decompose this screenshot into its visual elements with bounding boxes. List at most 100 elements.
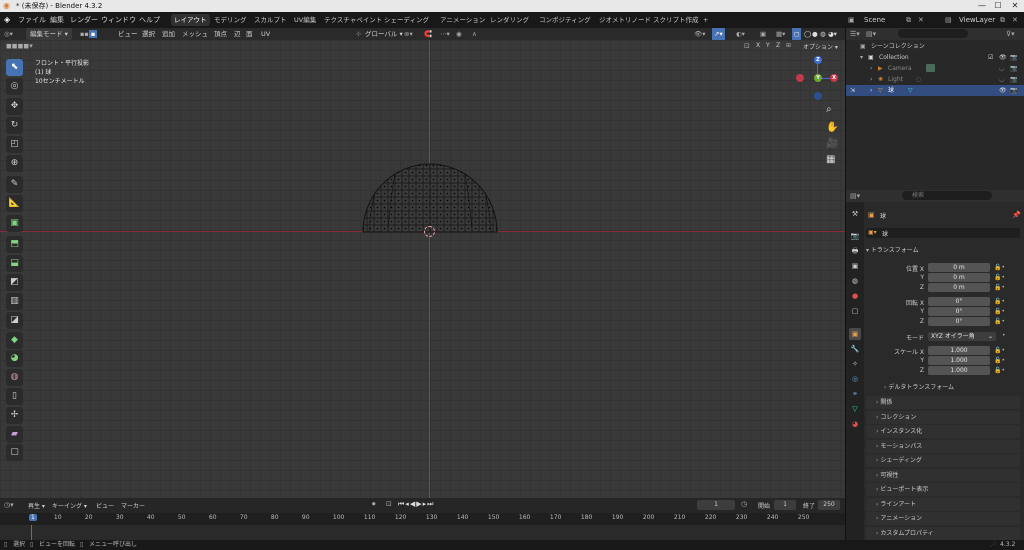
clock-icon[interactable]: ◷	[741, 500, 747, 508]
start-frame-field[interactable]: 1	[774, 500, 796, 510]
select-box-tool[interactable]: ⬉	[6, 59, 23, 76]
menu-view[interactable]: ビュー	[118, 28, 138, 40]
scale-z-field[interactable]: 1.000	[928, 366, 990, 375]
scene-name[interactable]: Scene	[864, 12, 885, 28]
scale-y-field[interactable]: 1.000	[928, 356, 990, 365]
camera-render-icon[interactable]: 📷	[1010, 52, 1017, 63]
playback-menu[interactable]: 再生 ▾	[28, 501, 45, 510]
location-z-field[interactable]: 0 m	[928, 283, 990, 292]
eye-icon[interactable]: 👁	[999, 85, 1007, 96]
shading-solid-icon[interactable]: ●	[812, 28, 818, 40]
camera-view-icon[interactable]: 🎥	[826, 138, 840, 152]
select-mode-icons[interactable]: ▪▪ ▪	[80, 28, 98, 40]
keyframe-dot-icon[interactable]: •	[1002, 332, 1006, 339]
falloff-icon[interactable]: ∧	[472, 28, 477, 40]
shading-rendered-icon[interactable]: ◕▾	[828, 28, 837, 40]
rotation-x-field[interactable]: 0°	[928, 297, 990, 306]
workspace-tab[interactable]: レンダリング	[487, 14, 532, 26]
filter-icon[interactable]: ⊽▾	[1006, 30, 1015, 38]
world-tab-icon[interactable]: ●	[849, 290, 861, 302]
rotation-mode-dropdown[interactable]: XYZ オイラー角 ⌄	[928, 332, 996, 341]
options-dropdown[interactable]: オプション ▾	[803, 42, 838, 51]
mesh-edit-overlay-icon[interactable]: ▦▾	[776, 28, 785, 40]
constraints-tab-icon[interactable]: ⚭	[849, 388, 861, 400]
menu-edit[interactable]: 編集	[50, 12, 64, 28]
eye-icon[interactable]: 👁	[999, 52, 1007, 63]
smooth-tool[interactable]: ◍	[6, 369, 23, 386]
timeline-ruler[interactable]: 1 10 20 30 40 50 60 70 80 90 100 110 120 130 140 150 160…	[0, 513, 845, 525]
menu-add[interactable]: 追加	[162, 28, 175, 40]
shear-tool[interactable]: ▰	[6, 426, 23, 443]
workspace-tab[interactable]: アニメーション	[437, 14, 488, 26]
outliner-item-sphere[interactable]: ⇲ › ▽ 球 ▽ 👁 📷	[846, 85, 1024, 96]
current-frame-field[interactable]: 1	[697, 500, 735, 510]
edge-slide-tool[interactable]: ▯	[6, 388, 23, 405]
view-layer-icon[interactable]: ▤	[945, 12, 952, 28]
add-workspace-button[interactable]: +	[700, 14, 711, 26]
properties-editor-icon[interactable]: ▤▾	[850, 192, 860, 200]
expand-icon[interactable]: ▾	[860, 52, 863, 63]
workspace-tab[interactable]: UV編集	[291, 14, 319, 26]
workspace-tab[interactable]: スクリプト作成	[650, 14, 702, 26]
mirror-topology-icon[interactable]: ⊞	[786, 42, 791, 49]
blender-menu-icon[interactable]: ◈	[4, 12, 10, 28]
section-header[interactable]: › 可視性	[866, 468, 1020, 482]
workspace-tab[interactable]: テクスチャペイント	[321, 14, 385, 26]
outliner-item-camera[interactable]: › ▶ Camera ◡ 📷	[846, 63, 1024, 74]
location-y-field[interactable]: 0 m	[928, 273, 990, 282]
render-tab-icon[interactable]: 📷	[849, 230, 861, 242]
camera-render-icon[interactable]: 📷	[1010, 74, 1017, 85]
gizmo-neg-x-icon[interactable]	[796, 74, 804, 82]
minimize-icon[interactable]: —	[976, 0, 988, 12]
rip-region-tool[interactable]: ▢	[6, 444, 23, 461]
gizmo-y-icon[interactable]: Y	[814, 74, 822, 82]
section-header[interactable]: › ビューポート表示	[866, 483, 1020, 496]
camera-render-icon[interactable]: 📷	[1010, 85, 1017, 96]
modifier-tab-icon[interactable]: 🔧	[849, 343, 861, 355]
object-tab-icon[interactable]: ▣	[849, 328, 861, 340]
menu-edge[interactable]: 辺	[234, 28, 241, 40]
gizmo-toggle-icon[interactable]: ↗▾	[712, 28, 725, 40]
measure-tool[interactable]: 📐	[6, 195, 23, 212]
menu-window[interactable]: ウィンドウ	[101, 12, 136, 28]
gizmo-x-icon[interactable]: X	[830, 74, 838, 82]
copy-layer-icon[interactable]: ⧉	[1000, 12, 1005, 28]
camera-render-icon[interactable]: 📷	[1010, 63, 1017, 74]
section-header[interactable]: › 関係	[866, 396, 1020, 409]
properties-search-input[interactable]	[902, 191, 992, 200]
xray-toggle-icon[interactable]: ◻	[792, 28, 802, 40]
copy-scene-icon[interactable]: ⧉	[906, 12, 911, 28]
move-tool[interactable]: ✥	[6, 98, 23, 115]
menu-vertex[interactable]: 頂点	[214, 28, 227, 40]
view-layer-name[interactable]: ViewLayer	[959, 12, 995, 28]
section-header[interactable]: › アニメーション	[866, 512, 1020, 525]
workspace-tab[interactable]: ジオメトリノード	[596, 14, 654, 26]
expand-icon[interactable]: ›	[870, 63, 872, 74]
visibility-icon[interactable]: 👁▾	[694, 28, 706, 40]
menu-uv[interactable]: UV	[261, 28, 270, 40]
editor-type-icon[interactable]: ◎▾	[4, 28, 13, 40]
overlay-icon[interactable]: ◐▾	[736, 28, 745, 40]
zoom-icon[interactable]: ⌕	[826, 104, 840, 118]
menu-mesh[interactable]: メッシュ	[182, 28, 208, 40]
section-header[interactable]: › モーションパス	[866, 439, 1020, 453]
spin-tool[interactable]: ◕	[6, 350, 23, 367]
outliner-search-input[interactable]	[898, 29, 968, 38]
rotate-tool[interactable]: ↻	[6, 117, 23, 134]
section-header[interactable]: › コレクション	[866, 410, 1020, 424]
outliner-item-collection[interactable]: ▾ ▣ Collection ☑ 👁 📷	[846, 52, 1024, 63]
scene-collection-row[interactable]: ▣ シーンコレクション	[846, 41, 1024, 52]
inset-tool[interactable]: ⬓	[6, 255, 23, 272]
pin-icon[interactable]: 📌	[1012, 211, 1021, 219]
lock-icons[interactable]: 🔓• 🔓• 🔓•	[994, 297, 1005, 327]
navigation-gizmo[interactable]: Z Y X	[796, 56, 840, 100]
close-icon[interactable]: ✕	[1009, 0, 1021, 12]
workspace-tab[interactable]: レイアウト	[171, 14, 210, 26]
workspace-tab[interactable]: モデリング	[211, 14, 250, 26]
scene-tab-icon[interactable]: ◍	[849, 275, 861, 287]
gizmo-neg-z-icon[interactable]	[814, 92, 822, 100]
xray-icon[interactable]: ▣	[760, 28, 766, 40]
3d-viewport[interactable]: ◼◼◼◼▾ ⊡ X Y Z ⊞ オプション ▾ フロント・平行投影 (1) 球 …	[0, 40, 845, 498]
mirror-axis-y[interactable]: Y	[764, 42, 772, 49]
knife-tool[interactable]: ◪	[6, 312, 23, 329]
